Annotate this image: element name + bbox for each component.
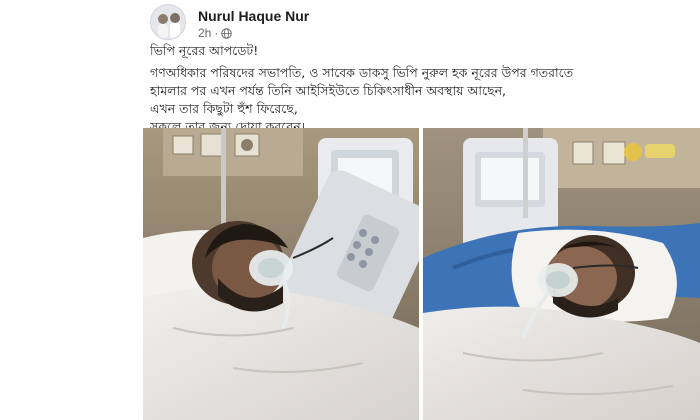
post-meta: 2h · [198,26,233,40]
post-line-3: এখন তার কিছুটা হুঁশ ফিরেছে, [150,101,298,116]
avatar[interactable] [150,4,186,40]
post-line-2: হামলার পর এখন পর্যন্ত তিনি আইসিইউতে চিকি… [150,83,507,98]
facebook-post: Nurul Haque Nur 2h · ভিপি নূরের আপডেট! গ… [0,0,700,420]
post-headline: ভিপি নূরের আপডেট! [150,43,259,58]
globe-icon [221,27,233,39]
patient-photo-right[interactable] [423,128,700,420]
patient-photo-left[interactable] [143,128,419,420]
author-name[interactable]: Nurul Haque Nur [198,8,309,24]
meta-separator: · [214,26,219,40]
post-line-1: গণঅধিকার পরিষদের সভাপতি, ও সাবেক ডাকসু ভ… [150,65,574,80]
post-time[interactable]: 2h [198,26,211,40]
post-text: ভিপি নূরের আপডেট! গণঅধিকার পরিষদের সভাপত… [150,42,690,136]
